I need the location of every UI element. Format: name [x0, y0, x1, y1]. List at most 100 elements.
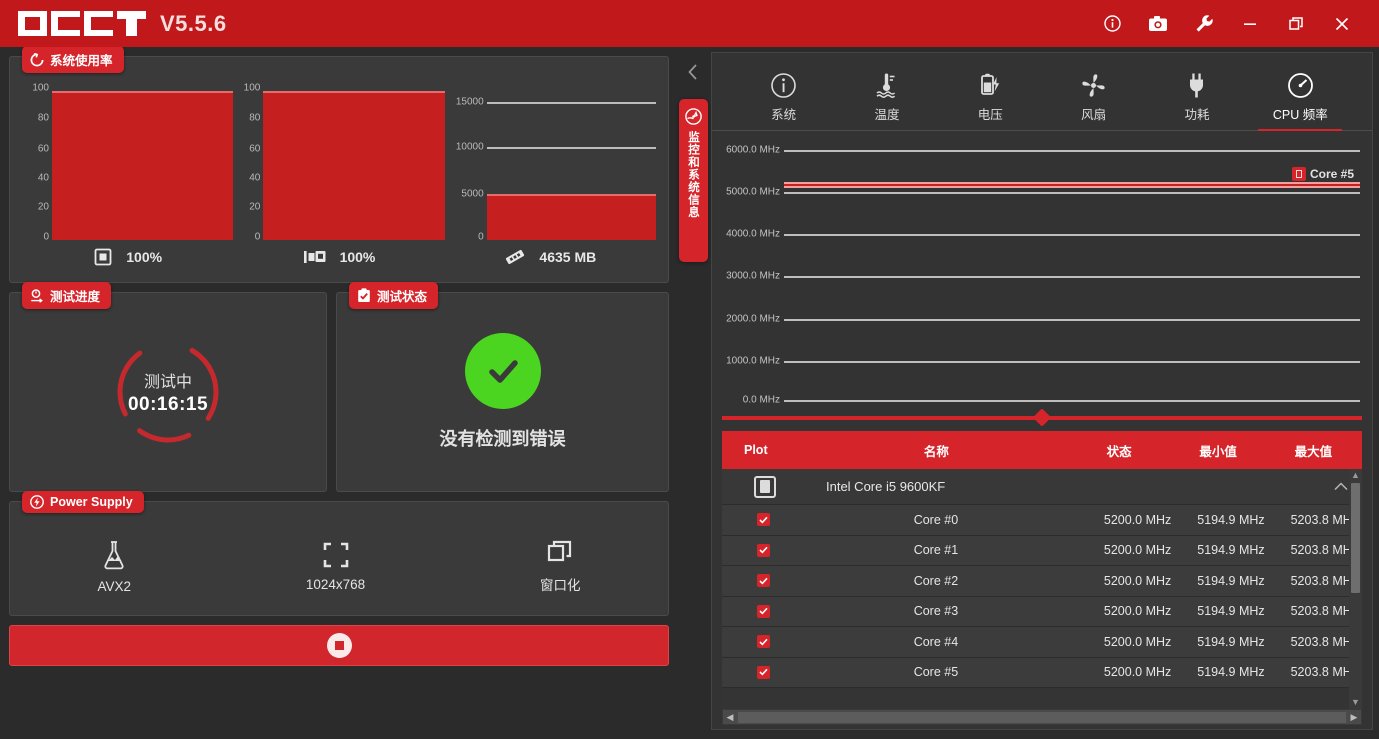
- row-min: 5194.9 MHz: [1197, 573, 1265, 588]
- scroll-left-icon[interactable]: ◀: [723, 712, 737, 723]
- core5-frequency-series: [784, 181, 1360, 188]
- monitoring-info-tab-label: 监控和系统信息: [687, 131, 699, 219]
- tab-power[interactable]: 功耗: [1161, 72, 1233, 130]
- cpu-tick-60: 60: [37, 143, 49, 155]
- tab-system[interactable]: 系统: [748, 72, 820, 130]
- row-plot-checkbox[interactable]: [722, 513, 806, 527]
- chart-legend[interactable]: Core #5: [1291, 167, 1354, 181]
- monitoring-icon: [684, 108, 702, 125]
- timer-icon: [31, 288, 43, 303]
- logo-letter-t: [117, 11, 146, 36]
- row-name: Core #4: [913, 634, 959, 649]
- chevron-left-icon[interactable]: [686, 63, 701, 85]
- frequency-y-axis: 6000.0 MHz 5000.0 MHz 4000.0 MHz 3000.0 …: [712, 139, 784, 406]
- minimize-icon[interactable]: [1227, 0, 1273, 47]
- power-supply-options: AVX2 1024x768 窗口化: [10, 502, 668, 615]
- gpu-usage-chart: 100 80 60 40 20 0 100%: [233, 83, 445, 274]
- header-name[interactable]: 名称: [806, 441, 1066, 460]
- table-header-row: Plot 名称 状态 最小值 最大值: [722, 431, 1362, 469]
- progress-spinner: 测试中 00:16:15: [112, 336, 224, 448]
- stop-test-button[interactable]: [9, 625, 669, 666]
- avx-mode-label: AVX2: [97, 578, 131, 594]
- header-state[interactable]: 状态: [1067, 441, 1172, 460]
- clipboard-check-icon: [358, 288, 370, 302]
- vertical-scroll-thumb[interactable]: [1351, 483, 1360, 593]
- cpu-icon: [94, 248, 112, 266]
- tab-temperatures[interactable]: 温度: [851, 72, 923, 130]
- mem-gridline-15000: [486, 102, 656, 105]
- row-plot-checkbox[interactable]: [722, 604, 806, 618]
- row-state: 5200.0 MHz: [1103, 543, 1172, 558]
- flask-icon: [104, 540, 124, 569]
- gpu-y-axis: 100 80 60 40 20 0: [233, 83, 263, 243]
- pane-divider: 监控和系统信息: [675, 47, 711, 739]
- memory-usage-area: [486, 193, 656, 240]
- freq-tick-1000: 1000.0 MHz: [726, 355, 780, 367]
- memory-usage-stat: 4635 MB: [445, 240, 656, 274]
- table-vertical-scrollbar[interactable]: ▲ ▼: [1349, 469, 1362, 709]
- row-plot-checkbox[interactable]: [722, 574, 806, 588]
- header-max[interactable]: 最大值: [1265, 441, 1362, 460]
- slider-handle[interactable]: [1032, 408, 1052, 427]
- tab-temperatures-label: 温度: [874, 108, 900, 122]
- logo-letter-c2: [84, 11, 115, 36]
- gpu-usage-value: 100%: [339, 249, 376, 265]
- table-horizontal-scrollbar[interactable]: ◀ ▶: [722, 709, 1362, 725]
- left-pane: 系统使用率 100 80 60 40 20 0 100% 100 80 60 4…: [0, 47, 675, 739]
- memory-plot-wrap: 15000 10000 5000 0: [445, 85, 656, 242]
- memory-icon: [506, 249, 525, 265]
- cpu-chip-icon: [722, 475, 808, 498]
- resolution-label: 1024x768: [305, 576, 366, 592]
- freq-gridline-1000: [784, 360, 1360, 363]
- test-progress-card: 测试进度 测试中 00:16:15: [9, 282, 327, 492]
- chevron-up-icon[interactable]: [1334, 480, 1348, 494]
- table-row[interactable]: Core #0 5200.0 MHz 5194.9 MHz 5203.8 MHz: [722, 505, 1362, 536]
- table-row[interactable]: Core #2 5200.0 MHz 5194.9 MHz 5203.8 MHz: [722, 566, 1362, 597]
- legend-label: Core #5: [1309, 167, 1354, 181]
- progress-elapsed-time: 00:16:15: [127, 394, 209, 415]
- avx-mode-option[interactable]: AVX2: [97, 540, 131, 594]
- row-max: 5203.8 MHz: [1290, 543, 1359, 558]
- row-plot-checkbox[interactable]: [722, 543, 806, 557]
- gpu-icon: [303, 251, 326, 263]
- chart-time-slider[interactable]: [722, 408, 1362, 427]
- header-plot[interactable]: Plot: [722, 443, 806, 457]
- gpu-tick-40: 40: [249, 172, 261, 184]
- horizontal-scroll-thumb[interactable]: [738, 711, 1346, 723]
- table-group-row[interactable]: Intel Core i5 9600KF: [722, 469, 1362, 505]
- row-name: Core #1: [913, 543, 959, 558]
- row-max: 5203.8 MHz: [1290, 634, 1359, 649]
- windowed-option[interactable]: 窗口化: [540, 539, 581, 594]
- row-state: 5200.0 MHz: [1103, 573, 1172, 588]
- freq-tick-5000: 5000.0 MHz: [726, 186, 780, 198]
- monitoring-info-tab[interactable]: 监控和系统信息: [678, 99, 708, 262]
- table-row[interactable]: Core #4 5200.0 MHz 5194.9 MHz 5203.8 MHz: [722, 627, 1362, 658]
- info-icon[interactable]: [1089, 0, 1135, 47]
- title-bar: V5.5.6: [0, 0, 1379, 47]
- wrench-icon[interactable]: [1181, 0, 1227, 47]
- table-row[interactable]: Core #1 5200.0 MHz 5194.9 MHz 5203.8 MHz: [722, 535, 1362, 566]
- progress-text: 测试中 00:16:15: [112, 336, 224, 448]
- windowed-label: 窗口化: [540, 578, 581, 593]
- restore-icon[interactable]: [1273, 0, 1319, 47]
- row-max: 5203.8 MHz: [1290, 665, 1359, 680]
- logo-letter-o: [18, 11, 47, 36]
- tab-fans[interactable]: 风扇: [1058, 72, 1130, 130]
- row-plot-checkbox[interactable]: [722, 635, 806, 649]
- table-row[interactable]: Core #5 5200.0 MHz 5194.9 MHz 5203.8 MHz: [722, 657, 1362, 688]
- row-plot-checkbox[interactable]: [722, 665, 806, 679]
- scroll-down-icon[interactable]: ▼: [1351, 696, 1360, 709]
- camera-icon[interactable]: [1135, 0, 1181, 47]
- tab-voltages[interactable]: 电压: [954, 72, 1026, 130]
- scroll-right-icon[interactable]: ▶: [1347, 712, 1361, 723]
- close-icon[interactable]: [1319, 0, 1365, 47]
- cpu-frequency-chart: 6000.0 MHz 5000.0 MHz 4000.0 MHz 3000.0 …: [712, 131, 1372, 409]
- test-status-card: 测试状态 没有检测到错误: [336, 282, 669, 492]
- resolution-option[interactable]: 1024x768: [306, 542, 365, 592]
- resolution-icon: [323, 542, 348, 567]
- scroll-up-icon[interactable]: ▲: [1351, 469, 1360, 482]
- test-status-badge-label: 测试状态: [377, 290, 428, 304]
- header-min[interactable]: 最小值: [1172, 441, 1265, 460]
- table-row[interactable]: Core #3 5200.0 MHz 5194.9 MHz 5203.8 MHz: [722, 596, 1362, 627]
- tab-cpu-frequency[interactable]: CPU 频率: [1258, 72, 1343, 131]
